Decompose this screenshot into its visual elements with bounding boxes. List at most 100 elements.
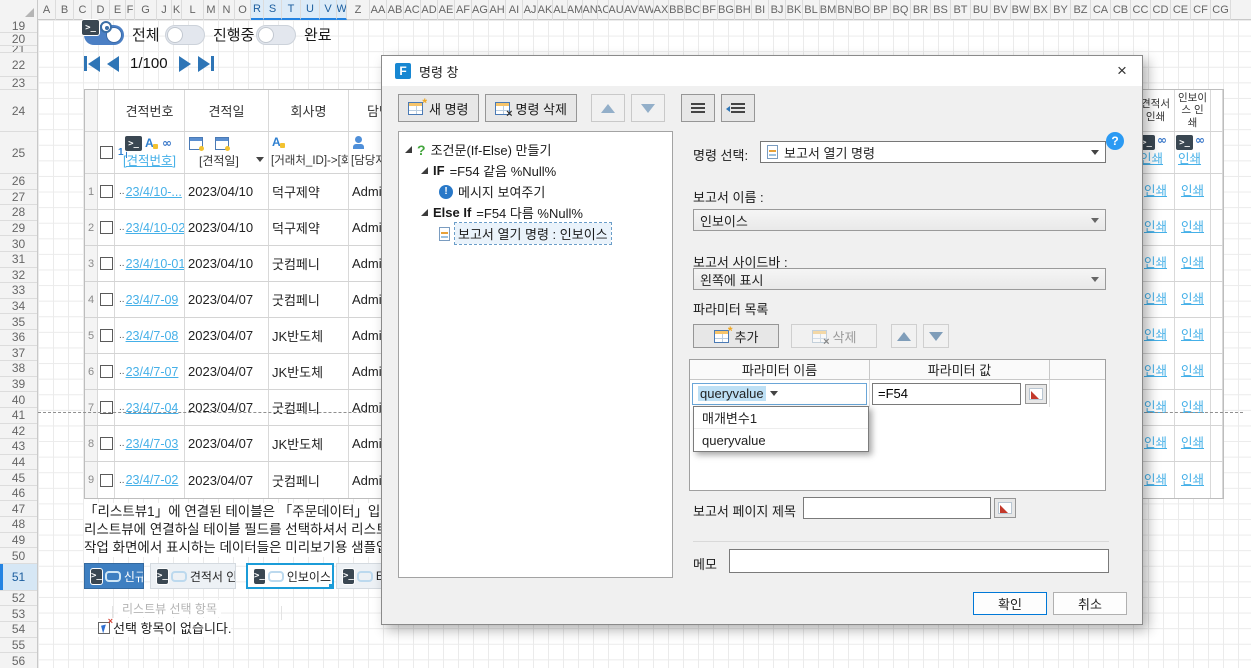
column-header-BM[interactable]: BM [820, 0, 837, 20]
column-header-BX[interactable]: BX [1031, 0, 1051, 20]
row-header-45[interactable]: 45 [0, 470, 37, 486]
report-name-combobox[interactable]: 인보이스 [693, 209, 1106, 231]
quote-link[interactable]: 23/4/10-02 [126, 221, 185, 235]
add-parameter-button[interactable]: * 추가 [693, 324, 779, 348]
first-page-button[interactable] [84, 56, 100, 72]
template-print-link[interactable]: 인쇄 [1178, 152, 1201, 166]
column-header-O[interactable]: O [235, 0, 251, 20]
row-header-43[interactable]: 43 [0, 439, 37, 455]
page-title-input[interactable] [803, 497, 991, 519]
quote-link[interactable]: 23/4/7-03 [126, 437, 179, 451]
template-checkbox[interactable] [100, 146, 113, 159]
print-quote-link[interactable]: 인쇄 [1144, 256, 1167, 270]
move-up-button[interactable] [591, 94, 625, 122]
row-checkbox[interactable] [100, 221, 113, 234]
row-header-40[interactable]: 40 [0, 392, 37, 408]
parameter-up-button[interactable] [891, 324, 917, 348]
column-header-BI[interactable]: BI [752, 0, 769, 20]
print-invoice-link[interactable]: 인쇄 [1181, 364, 1204, 378]
column-header-BB[interactable]: BB [669, 0, 685, 20]
row-header-41[interactable]: 41 [0, 408, 37, 424]
row-header-51[interactable]: 51 [0, 564, 37, 591]
dropdown-option-1[interactable]: queryvalue [694, 429, 868, 451]
row-header-34[interactable]: 34 [0, 299, 37, 315]
row-header-25[interactable]: 25 [0, 132, 37, 174]
column-header-BW[interactable]: BW [1011, 0, 1031, 20]
tree-expander-icon[interactable] [421, 167, 428, 174]
dropdown-arrow-icon[interactable] [256, 157, 264, 162]
row-header-20[interactable]: 20 [0, 33, 37, 46]
column-header-AG[interactable]: AG [472, 0, 489, 20]
row-header-38[interactable]: 38 [0, 361, 37, 377]
cancel-button[interactable]: 취소 [1053, 592, 1127, 615]
select-all-corner[interactable] [0, 0, 38, 20]
print-invoice-link[interactable]: 인쇄 [1181, 328, 1204, 342]
print-invoice-link[interactable]: 인쇄 [1181, 292, 1204, 306]
new-button[interactable]: >_신규 [84, 563, 144, 589]
quote-link[interactable]: 23/4/7-09 [126, 293, 179, 307]
column-header-BV[interactable]: BV [991, 0, 1011, 20]
column-header-AI[interactable]: AI [506, 0, 523, 20]
row-header-39[interactable]: 39 [0, 377, 37, 393]
column-header-AJ[interactable]: AJ [523, 0, 538, 20]
print-invoice-link[interactable]: 인쇄 [1181, 473, 1204, 487]
row-checkbox[interactable] [100, 293, 113, 306]
row-header-22[interactable]: 22 [0, 53, 37, 77]
next-page-button[interactable] [179, 56, 191, 72]
row-checkbox[interactable] [100, 257, 113, 270]
column-header-AU[interactable]: AU [609, 0, 624, 20]
template-print-link[interactable]: 인쇄 [1140, 152, 1163, 166]
row-header-26[interactable]: 26 [0, 174, 37, 190]
tree-expander-icon[interactable] [405, 146, 412, 153]
row-header-53[interactable]: 53 [0, 606, 37, 622]
row-header-28[interactable]: 28 [0, 205, 37, 221]
row-header-48[interactable]: 48 [0, 517, 37, 533]
column-header-BO[interactable]: BO [854, 0, 871, 20]
column-header-CC[interactable]: CC [1131, 0, 1151, 20]
column-header-BL[interactable]: BL [803, 0, 820, 20]
cell-picker-icon[interactable] [1025, 384, 1047, 404]
print-quote-link[interactable]: 인쇄 [1144, 220, 1167, 234]
column-header-AW[interactable]: AW [639, 0, 654, 20]
row-header-31[interactable]: 31 [0, 252, 37, 268]
row-header-54[interactable]: 54 [0, 622, 37, 638]
quote-link[interactable]: 23/4/7-08 [126, 329, 179, 343]
row-checkbox[interactable] [100, 185, 113, 198]
column-header-L[interactable]: L [182, 0, 204, 20]
ok-button[interactable]: 확인 [973, 592, 1047, 615]
column-header-AD[interactable]: AD [421, 0, 438, 20]
row-header-50[interactable]: 50 [0, 548, 37, 564]
column-header-BZ[interactable]: BZ [1071, 0, 1091, 20]
print-invoice-link[interactable]: 인쇄 [1181, 220, 1204, 234]
print-invoice-link[interactable]: 인쇄 [1181, 436, 1204, 450]
help-icon[interactable]: ? [1106, 132, 1124, 150]
report-sidebar-combobox[interactable]: 왼쪽에 표시 [693, 268, 1106, 290]
filter-toggle-in-progress[interactable]: 진행중 [165, 24, 254, 45]
column-header-AN[interactable]: AN [583, 0, 598, 20]
selection-handle[interactable] [329, 584, 334, 589]
column-header-CE[interactable]: CE [1171, 0, 1191, 20]
print-quote-link[interactable]: 인쇄 [1144, 292, 1167, 306]
column-header-N[interactable]: N [219, 0, 235, 20]
column-header-AE[interactable]: AE [438, 0, 455, 20]
tree-item-2[interactable]: !메시지 보여주기 [399, 181, 672, 202]
row-header-52[interactable]: 52 [0, 591, 37, 607]
print-quote-link[interactable]: 인쇄 [1144, 436, 1167, 450]
row-header-33[interactable]: 33 [0, 283, 37, 299]
toggle-in-progress-switch[interactable] [165, 25, 205, 45]
print-invoice-link[interactable]: 인쇄 [1181, 184, 1204, 198]
prev-page-button[interactable] [107, 56, 119, 72]
close-icon[interactable]: × [1102, 56, 1142, 86]
column-header-CF[interactable]: CF [1191, 0, 1211, 20]
column-header-J[interactable]: J [157, 0, 172, 20]
print-quote-link[interactable]: 인쇄 [1144, 364, 1167, 378]
column-header-BH[interactable]: BH [735, 0, 752, 20]
filter-toggle-done[interactable]: 완료 [256, 24, 332, 45]
column-header-V[interactable]: V [320, 0, 337, 20]
column-header-B[interactable]: B [56, 0, 74, 20]
row-header-30[interactable]: 30 [0, 236, 37, 252]
column-header-AL[interactable]: AL [553, 0, 568, 20]
row-header-32[interactable]: 32 [0, 268, 37, 284]
column-header-BQ[interactable]: BQ [891, 0, 911, 20]
column-header-CG[interactable]: CG [1211, 0, 1231, 20]
